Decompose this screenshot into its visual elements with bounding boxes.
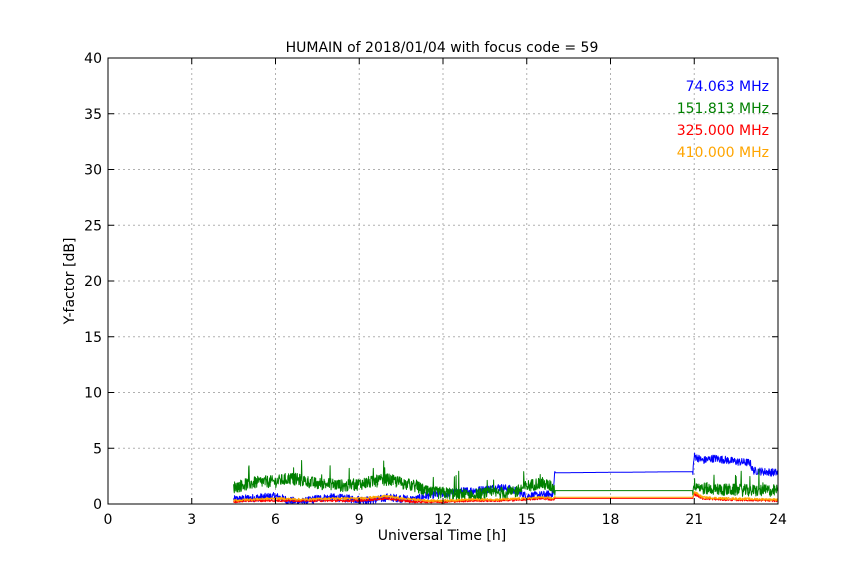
- x-axis-label: Universal Time [h]: [378, 528, 506, 544]
- x-tick-label: 15: [518, 512, 536, 528]
- x-tick-label: 3: [187, 512, 196, 528]
- legend-entry: 325.000 MHz: [677, 123, 769, 139]
- legend-entry: 151.813 MHz: [677, 101, 769, 117]
- y-tick-label: 15: [84, 330, 102, 346]
- y-tick-label: 25: [84, 218, 102, 234]
- chart-title: HUMAIN of 2018/01/04 with focus code = 5…: [286, 40, 599, 56]
- y-tick-label: 35: [84, 107, 102, 123]
- x-tick-label: 6: [271, 512, 280, 528]
- y-tick-label: 10: [84, 386, 102, 402]
- y-tick-label: 30: [84, 163, 102, 179]
- x-tick-label: 12: [434, 512, 452, 528]
- y-tick-label: 40: [84, 51, 102, 67]
- x-tick-label: 24: [769, 512, 787, 528]
- y-tick-label: 0: [93, 497, 102, 513]
- x-tick-label: 9: [355, 512, 364, 528]
- x-tick-label: 18: [602, 512, 620, 528]
- x-tick-label: 21: [685, 512, 703, 528]
- chart: 0 3 6 9 12 15 18 21 24 0 5 10 15 20 25 30 35 40 HUMAIN of…: [0, 0, 864, 576]
- y-tick-label: 20: [84, 274, 102, 290]
- legend-entry: 74.063 MHz: [686, 79, 769, 95]
- y-axis-label: Y-factor [dB]: [62, 238, 78, 326]
- legend-entry: 410.000 MHz: [677, 145, 769, 161]
- y-tick-label: 5: [93, 441, 102, 457]
- x-tick-label: 0: [104, 512, 113, 528]
